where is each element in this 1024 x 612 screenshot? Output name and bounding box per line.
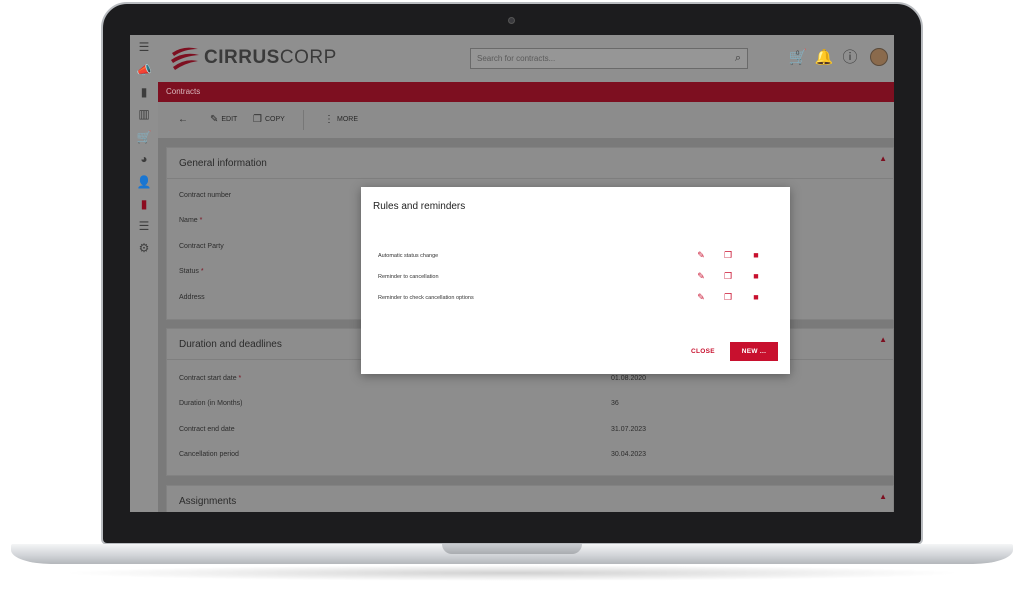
laptop-notch: [442, 544, 582, 554]
edit-label: EDIT: [221, 116, 238, 123]
cirrus-swoosh-icon: [171, 47, 199, 70]
search-placeholder: Search for contracts...: [477, 54, 556, 63]
cart-icon[interactable]: 🛒 0: [788, 48, 808, 68]
copy-icon[interactable]: ❐: [722, 271, 734, 282]
field-value: 30.04.2023: [611, 451, 647, 458]
menu-icon[interactable]: ☰: [136, 40, 152, 54]
dialog-title: Rules and reminders: [373, 201, 466, 212]
copy-icon[interactable]: ❐: [722, 250, 734, 261]
field-label: Cancellation period: [179, 451, 239, 458]
chevron-up-icon[interactable]: ▲: [879, 492, 887, 501]
new-button[interactable]: NEW ...: [730, 342, 778, 361]
search-input[interactable]: Search for contracts... ⌕: [470, 48, 748, 69]
sidebar: ☰ 📣 ▮ ▥ 🛒 ◕ 👤 ▮ ☰ ⚙: [130, 35, 158, 512]
book-icon[interactable]: ▥: [136, 107, 152, 121]
field-label: Contract number: [179, 192, 232, 199]
arrow-left-icon: ←: [178, 114, 188, 125]
breadcrumb[interactable]: Contracts: [158, 82, 894, 102]
copy-button[interactable]: ❐ COPY: [253, 114, 285, 125]
field-label: Contract end date: [179, 426, 235, 433]
field-value: 36: [611, 400, 619, 407]
database-icon[interactable]: ☰: [136, 219, 152, 233]
megaphone-icon[interactable]: 📣: [136, 63, 152, 77]
copy-label: COPY: [264, 116, 285, 123]
contract-active-icon[interactable]: ▮: [136, 197, 152, 211]
rule-label: Automatic status change: [378, 253, 439, 259]
rules-reminders-dialog: Rules and reminders Automatic status cha…: [361, 187, 790, 374]
more-button[interactable]: ⋮ MORE: [324, 114, 358, 125]
cart-count: 0: [796, 51, 800, 57]
help-icon[interactable]: ⓘ: [840, 48, 860, 68]
brand-name: CIRRUSCORP: [204, 47, 337, 69]
field-value: 31.07.2023: [611, 426, 647, 433]
assignments-card: Assignments ▲: [166, 485, 894, 512]
card-title: General information: [179, 158, 267, 169]
required-mark: *: [238, 375, 242, 382]
edit-icon[interactable]: ✎: [695, 271, 707, 282]
delete-icon[interactable]: ■: [750, 292, 762, 302]
toolbar: ← ✎ EDIT ❐ COPY ⋮ MORE: [158, 102, 894, 139]
delete-icon[interactable]: ■: [750, 271, 762, 281]
more-label: MORE: [337, 116, 358, 123]
contract-doc-icon[interactable]: ▮: [136, 85, 152, 99]
field-label: Name *: [179, 217, 203, 224]
delete-icon[interactable]: ■: [750, 250, 762, 260]
field-label: Address: [179, 294, 205, 301]
edit-icon[interactable]: ✎: [695, 292, 707, 303]
chevron-up-icon[interactable]: ▲: [879, 154, 887, 163]
screen: ☰ 📣 ▮ ▥ 🛒 ◕ 👤 ▮ ☰ ⚙ CIRRUSCORP Search fo…: [130, 35, 894, 512]
field-label: Duration (in Months): [179, 400, 243, 407]
card-title: Assignments: [179, 496, 237, 507]
required-mark: *: [200, 268, 204, 275]
divider: [167, 178, 893, 179]
back-button[interactable]: ←: [178, 114, 188, 125]
gear-icon[interactable]: ⚙: [136, 241, 152, 255]
logo[interactable]: CIRRUSCORP: [170, 44, 337, 72]
brand-light: CORP: [279, 47, 337, 68]
card-title: Duration and deadlines: [179, 339, 282, 350]
pencil-icon: ✎: [210, 114, 219, 125]
chevron-up-icon[interactable]: ▲: [879, 335, 887, 344]
field-label: Contract start date *: [179, 375, 242, 382]
toolbar-divider: [303, 110, 304, 130]
search-icon[interactable]: ⌕: [735, 49, 741, 68]
more-vert-icon: ⋮: [324, 114, 334, 125]
avatar[interactable]: [870, 48, 888, 66]
field-label: Status *: [179, 268, 204, 275]
rule-label: Reminder to check cancellation options: [378, 295, 474, 301]
brand-bold: CIRRUS: [204, 47, 280, 68]
pie-chart-icon[interactable]: ◕: [136, 152, 152, 166]
field-value: 01.08.2020: [611, 375, 647, 382]
edit-icon[interactable]: ✎: [695, 250, 707, 261]
copy-icon[interactable]: ❐: [722, 292, 734, 303]
webcam: [508, 17, 515, 24]
cart-icon[interactable]: 🛒: [136, 130, 152, 144]
close-button[interactable]: CLOSE: [691, 348, 715, 355]
person-icon[interactable]: 👤: [136, 175, 152, 189]
copy-icon: ❐: [253, 114, 262, 125]
required-mark: *: [199, 217, 203, 224]
laptop-shadow: [60, 565, 964, 581]
bell-icon[interactable]: 🔔: [814, 48, 834, 68]
top-bar: CIRRUSCORP Search for contracts... ⌕ 🛒 0 …: [158, 35, 894, 82]
edit-button[interactable]: ✎ EDIT: [210, 114, 237, 125]
field-label: Contract Party: [179, 243, 224, 250]
rule-label: Reminder to cancellation: [378, 274, 439, 280]
